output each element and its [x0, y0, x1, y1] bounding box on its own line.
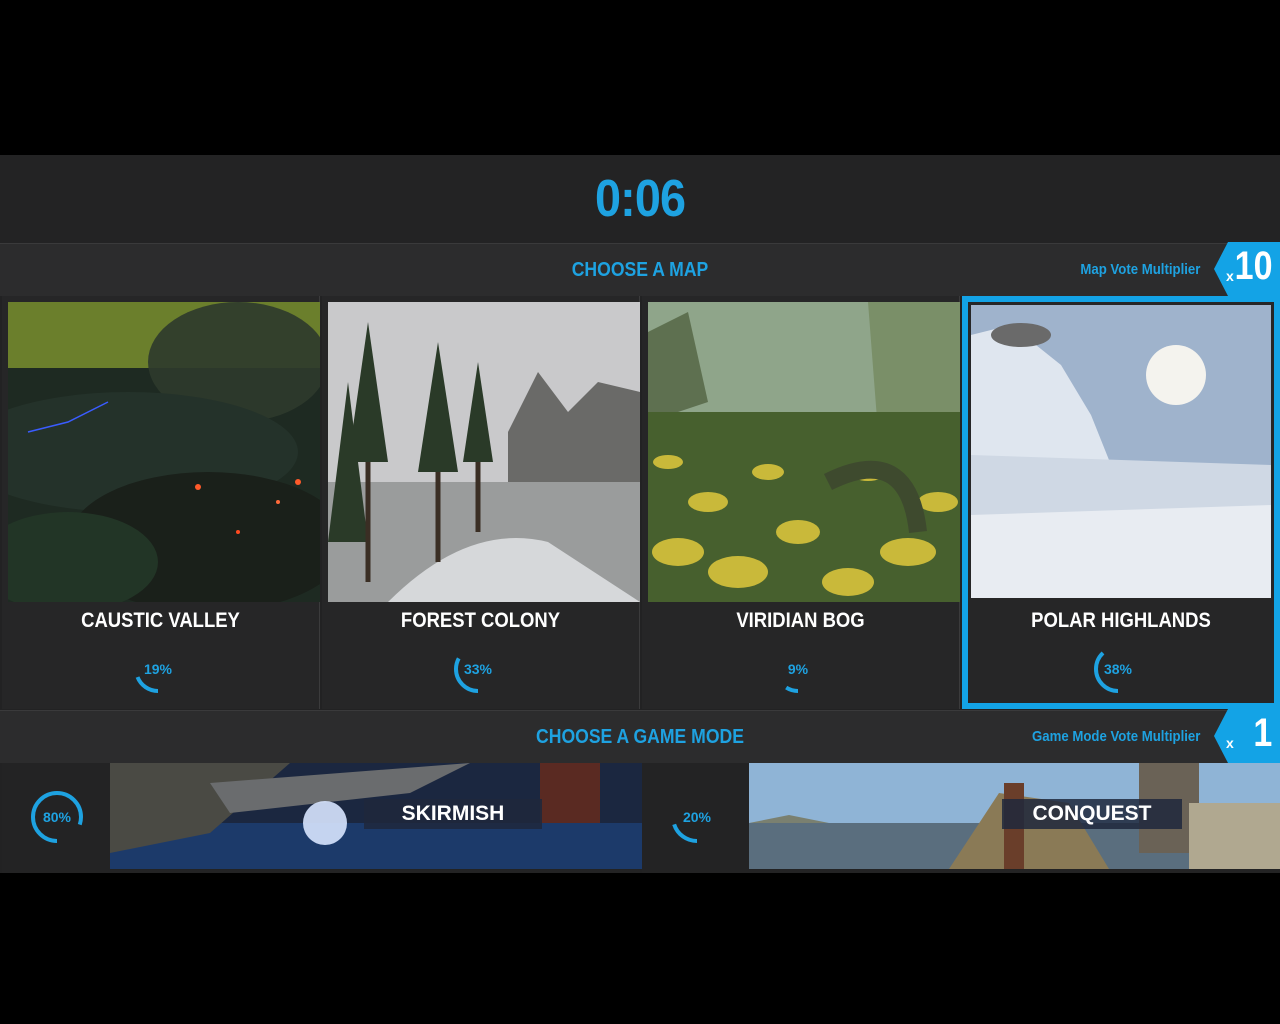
map-name: VIRIDIAN BOG [736, 609, 865, 632]
vote-percent-ring: 19% [133, 644, 183, 694]
vote-percent-text: 19% [143, 661, 173, 677]
vote-percent-ring: 20% [670, 790, 724, 844]
timer-text: 0:06 [594, 170, 686, 228]
map-multiplier-prefix: x [1226, 268, 1234, 284]
map-name: CAUSTIC VALLEY [81, 609, 240, 632]
map-multiplier-badge: x 10 [1214, 242, 1280, 296]
map-card-forest-colony[interactable]: FOREST COLONY 33% [322, 296, 640, 709]
vote-percent-text: 80% [42, 809, 72, 825]
vote-percent-text: 38% [1103, 661, 1133, 677]
vote-percent-text: 33% [463, 661, 493, 677]
countdown-timer: 0:06 [0, 155, 1280, 243]
vote-percent-text: 9% [787, 661, 809, 677]
map-multiplier-label: Map Vote Multiplier [1079, 261, 1200, 278]
vote-percent-ring: 38% [1093, 644, 1143, 694]
mode-multiplier-value: 1 [1253, 711, 1272, 755]
map-multiplier-value: 10 [1234, 244, 1272, 288]
map-thumbnail-forest-colony [328, 302, 640, 602]
mode-name: CONQUEST [1002, 799, 1182, 829]
vote-panel: 0:06 CHOOSE A MAP Map Vote Multiplier x … [0, 155, 1280, 873]
map-section-title: CHOOSE A MAP [571, 259, 709, 281]
vote-percent-ring: 33% [453, 644, 503, 694]
mode-option-conquest[interactable]: 20% CONQUEST [642, 763, 1280, 873]
mode-list: 80% SKIRMISH 20% CONQUEST [0, 763, 1280, 873]
map-grid: CAUSTIC VALLEY 19% FOREST COLONY 33% VIR… [0, 296, 1280, 709]
map-card-caustic-valley[interactable]: CAUSTIC VALLEY 19% [2, 296, 320, 709]
mode-option-skirmish[interactable]: 80% SKIRMISH [2, 763, 642, 873]
mode-multiplier-badge: x 1 [1214, 709, 1280, 763]
map-thumbnail-caustic-valley [8, 302, 320, 602]
map-name: POLAR HIGHLANDS [1031, 609, 1211, 632]
map-name: FOREST COLONY [400, 609, 561, 632]
vote-percent-text: 20% [682, 809, 712, 825]
vote-percent-ring: 80% [30, 790, 84, 844]
map-card-polar-highlands[interactable]: POLAR HIGHLANDS 38% [962, 296, 1280, 709]
map-thumbnail-viridian-bog [648, 302, 960, 602]
vote-percent-ring: 9% [773, 644, 823, 694]
mode-name: SKIRMISH [364, 799, 542, 829]
map-card-viridian-bog[interactable]: VIRIDIAN BOG 9% [642, 296, 960, 709]
mode-multiplier-label: Game Mode Vote Multiplier [1031, 728, 1200, 745]
mode-section-header: CHOOSE A GAME MODE Game Mode Vote Multip… [0, 709, 1280, 763]
map-thumbnail-polar-highlands [971, 305, 1271, 598]
mode-multiplier-prefix: x [1226, 735, 1234, 751]
map-section-header: CHOOSE A MAP Map Vote Multiplier x 10 [0, 242, 1280, 296]
